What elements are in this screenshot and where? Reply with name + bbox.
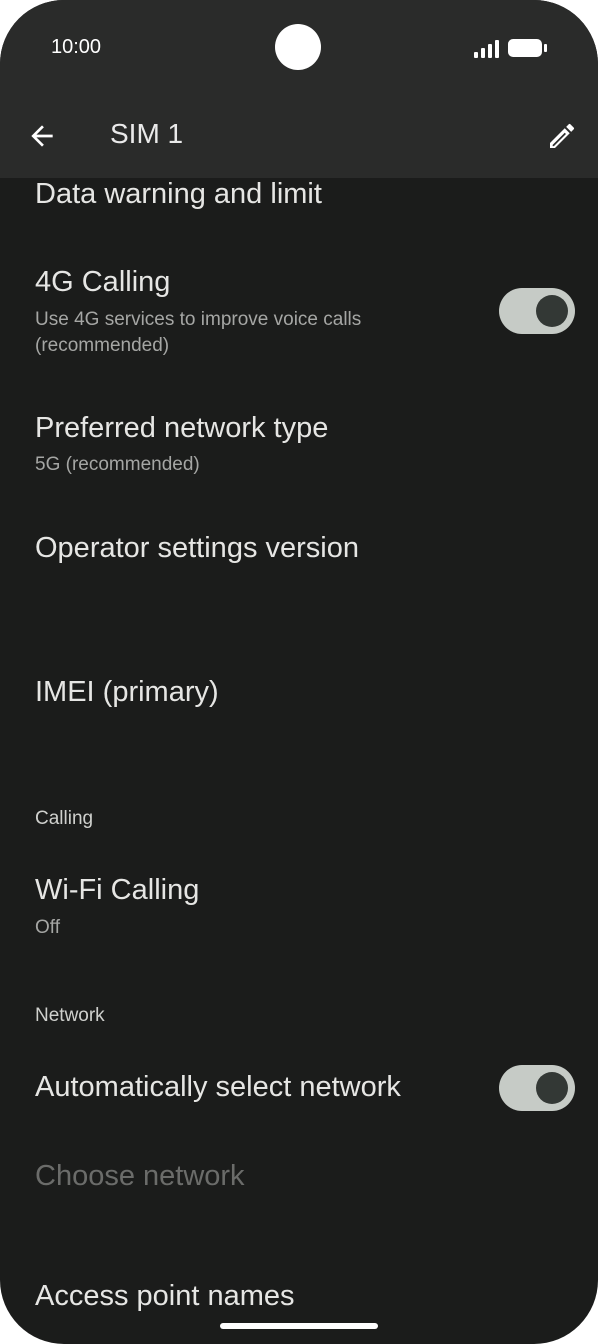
pencil-icon[interactable]	[546, 120, 578, 152]
preferred-network-subtitle: 5G (recommended)	[35, 454, 200, 475]
home-indicator[interactable]	[220, 1323, 378, 1329]
operator-settings-item[interactable]: Operator settings version	[35, 532, 359, 565]
auto-network-toggle[interactable]	[499, 1065, 575, 1111]
calling-4g-subtitle: Use 4G services to improve voice calls (…	[35, 309, 362, 356]
preferred-network-title[interactable]: Preferred network type	[35, 412, 328, 445]
toggle-knob	[536, 1072, 568, 1104]
calling-4g-toggle[interactable]	[499, 288, 575, 334]
access-point-names-item[interactable]: Access point names	[35, 1280, 295, 1313]
arrow-back-icon[interactable]	[26, 120, 58, 152]
wifi-calling-subtitle: Off	[35, 917, 60, 938]
front-camera-cutout	[275, 24, 321, 70]
calling-4g-title[interactable]: 4G Calling	[35, 266, 170, 299]
choose-network-item: Choose network	[35, 1160, 245, 1192]
imei-item[interactable]: IMEI (primary)	[35, 676, 219, 709]
battery-icon	[508, 39, 547, 57]
data-warning-item[interactable]: Data warning and limit	[35, 178, 322, 211]
toggle-knob	[536, 295, 568, 327]
status-time: 10:00	[51, 36, 102, 58]
auto-network-title[interactable]: Automatically select network	[35, 1071, 401, 1104]
settings-screen: 10:00 SIM 1 Data warning and limit 4G Ca…	[0, 0, 598, 1344]
section-header-calling: Calling	[35, 808, 94, 829]
page-title: SIM 1	[110, 118, 184, 149]
wifi-calling-title[interactable]: Wi-Fi Calling	[35, 874, 199, 907]
app-bar: 10:00 SIM 1	[0, 0, 598, 178]
signal-icon	[474, 40, 500, 58]
section-header-network: Network	[35, 1005, 105, 1026]
